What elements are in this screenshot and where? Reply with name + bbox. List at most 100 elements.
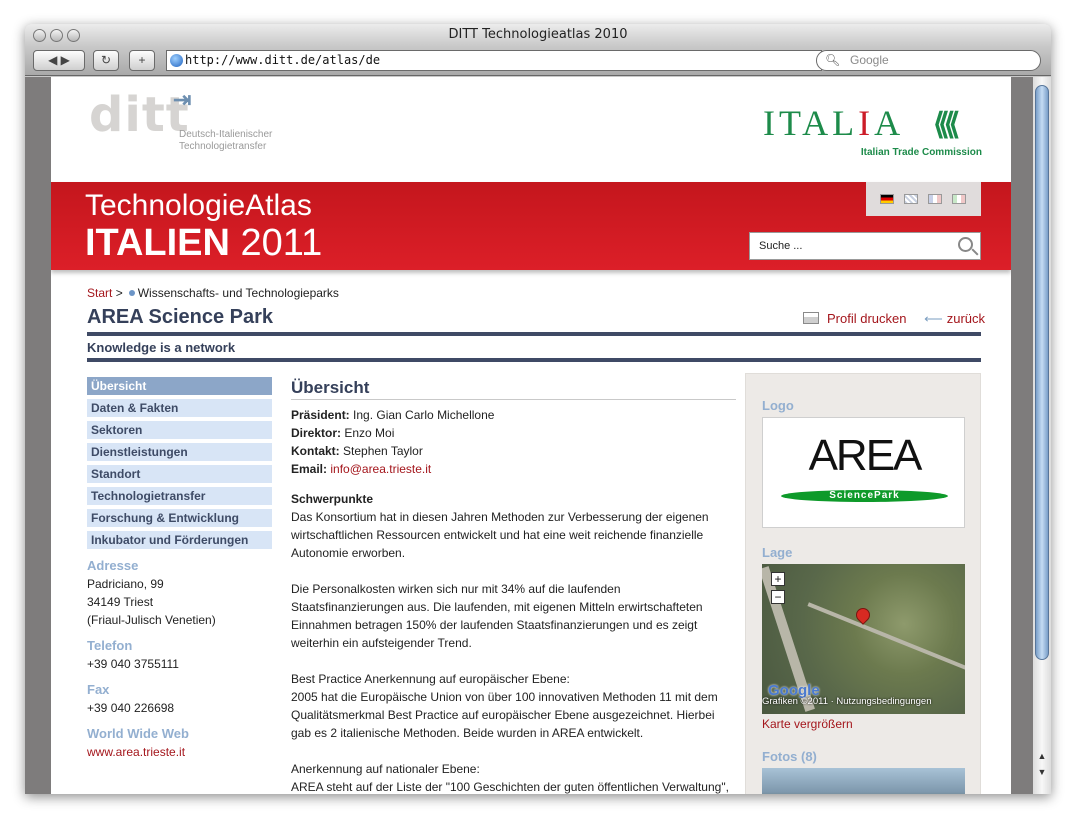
location-heading: Lage [762,545,793,560]
paragraph-4-title: Anerkennung auf nationaler Ebene: [291,762,480,776]
google-search-field[interactable]: 🔍︎ Google [816,50,1041,71]
language-flags [866,182,981,216]
fax-heading: Fax [87,682,110,697]
map-road [807,602,965,670]
close-button[interactable] [33,29,46,42]
italia-logo[interactable]: ITALIA [763,105,904,141]
email-link[interactable]: info@area.trieste.it [330,462,431,476]
nav-item-forschung[interactable]: Forschung & Entwicklung [87,509,272,527]
area-logo-band: SciencePark [781,490,948,502]
banner-title-bold: ITALIEN [85,222,230,264]
search-icon: 🔍︎ [825,53,841,67]
nav-item-uebersicht[interactable]: Übersicht [87,377,272,395]
flag-de-icon[interactable] [880,194,894,204]
paragraph-4: AREA steht auf der Liste der "100 Geschi… [291,780,729,794]
nav-item-daten-fakten[interactable]: Daten & Fakten [87,399,272,417]
address-line1: Padriciano, 99 [87,577,164,591]
web-link[interactable]: www.area.trieste.it [87,743,272,761]
italia-logo-text-b: I [858,103,875,143]
address-heading: Adresse [87,558,139,573]
italia-subtitle: Italian Trade Commission [860,147,982,158]
nav-item-inkubator[interactable]: Inkubator und Förderungen [87,531,272,549]
back-arrow-icon[interactable]: ⟵ [924,311,943,327]
director-value: Enzo Moi [341,426,395,440]
banner-title-line1: TechnologieAtlas [85,189,312,222]
ditt-logo-subtitle: Deutsch-Italienischer Technologietransfe… [179,129,329,153]
breadcrumb-start-link[interactable]: Start [87,286,112,300]
phone-heading: Telefon [87,638,133,653]
tagline: Knowledge is a network [87,340,236,355]
map-zoom-out[interactable]: − [771,590,785,604]
forward-arrow-icon[interactable]: ▶ [61,53,70,67]
title-rule [87,332,981,336]
nav-item-sektoren[interactable]: Sektoren [87,421,272,439]
breadcrumb-separator: > [115,286,123,300]
nav-item-technologietransfer[interactable]: Technologietransfer [87,487,272,505]
map-credit[interactable]: Grafiken ©2011 · Nutzungsbedingungen [762,696,965,707]
title-bar: DITT Technologieatlas 2010 [25,24,1051,46]
scroll-up-icon[interactable]: ▲ [1035,751,1049,765]
enlarge-map-link[interactable]: Karte vergrößern [762,717,853,731]
tagline-rule [87,358,981,362]
zoom-button[interactable] [67,29,80,42]
phone-value: +39 040 3755111 [87,657,179,671]
email-row: Email: info@area.trieste.it [291,460,736,478]
ditt-logo[interactable]: ditt ⇥ Deutsch-Italienischer Technologie… [89,87,272,152]
title-banner: TechnologieAtlas ITALIEN 2011 Suche ... [51,182,1011,270]
fax-value: +39 040 226698 [87,701,175,715]
paragraph-1: Das Konsortium hat in diesen Jahren Meth… [291,510,709,560]
printer-icon[interactable] [803,312,819,324]
italia-logo-text-c: A [874,103,905,143]
magnifier-icon[interactable] [958,237,973,252]
profile-nav: Übersicht Daten & Fakten Sektoren Dienst… [87,377,272,761]
back-arrow-icon[interactable]: ◀ [48,53,57,67]
director-label: Direktor: [291,426,342,440]
profile-actions: Profil drucken ⟵ zurück [803,311,985,327]
contact-value: Stephen Taylor [339,444,423,458]
location-map[interactable]: + − Google Grafiken ©2011 · Nutzungsbedi… [762,564,965,714]
vertical-scrollbar[interactable]: ▲ ▼ [1033,77,1051,794]
add-bookmark-icon[interactable]: + [129,50,155,71]
minimize-button[interactable] [50,29,63,42]
paragraph-3: 2005 hat die Europäische Union von über … [291,690,718,740]
google-search-placeholder: Google [850,53,889,67]
overview-content: Übersicht Präsident: Ing. Gian Carlo Mic… [291,377,736,794]
page-title: AREA Science Park [87,306,274,328]
reload-icon[interactable]: ↻ [93,50,119,71]
photo-thumbnail[interactable] [762,768,965,794]
flag-en-icon[interactable] [904,194,918,204]
banner-title-year: 2011 [229,222,323,264]
logo-heading: Logo [762,398,794,413]
right-panel: Logo AREA SciencePark Lage + − Google Gr… [745,373,981,794]
back-forward-buttons[interactable]: ◀ ▶ [33,50,85,71]
nav-item-dienstleistungen[interactable]: Dienstleistungen [87,443,272,461]
ditt-sub-line2: Technologietransfer [179,141,267,152]
ditt-sub-line1: Deutsch-Italienischer [179,129,273,140]
nav-item-standort[interactable]: Standort [87,465,272,483]
scroll-thumb[interactable] [1035,85,1049,660]
site-search-input[interactable]: Suche ... [749,232,981,260]
back-link[interactable]: zurück [947,311,985,326]
address-line2: 34149 Triest [87,595,154,609]
area-logo-image: AREA SciencePark [762,417,965,528]
ditt-arrows-icon: ⇥ [173,87,192,112]
browser-toolbar: ◀ ▶ ↻ + http://www.ditt.de/atlas/de 🔍︎ G… [25,46,1051,76]
flag-it-icon[interactable] [952,194,966,204]
site-search-placeholder: Suche ... [759,240,803,252]
contact-row: Kontakt: Stephen Taylor [291,442,736,460]
flag-fr-icon[interactable] [928,194,942,204]
map-zoom-in[interactable]: + [771,572,785,586]
breadcrumb: Start > Wissenschafts- und Technologiepar… [87,286,339,300]
president-label: Präsident: [291,408,350,422]
browser-content: ditt ⇥ Deutsch-Italienischer Technologie… [25,77,1051,794]
url-field[interactable]: http://www.ditt.de/atlas/de [166,50,822,71]
section-heading: Übersicht [291,379,736,400]
contact-label: Kontakt: [291,444,340,458]
web-heading: World Wide Web [87,726,189,741]
focus-heading: Schwerpunkte [291,492,374,506]
print-profile-link[interactable]: Profil drucken [827,311,906,326]
web-page: ditt ⇥ Deutsch-Italienischer Technologie… [51,77,1011,794]
address-line3: (Friaul-Julisch Venetien) [87,613,216,627]
scroll-down-icon[interactable]: ▼ [1035,767,1049,781]
banner-title-line2: ITALIEN 2011 [85,222,322,264]
